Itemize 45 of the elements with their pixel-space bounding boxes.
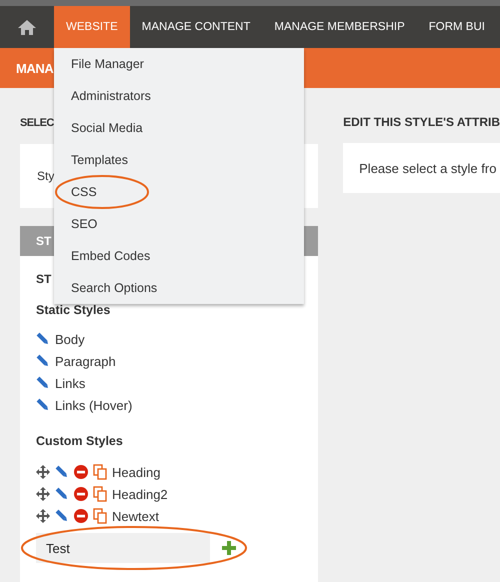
pencil-icon[interactable] — [55, 487, 69, 501]
nav-tab[interactable]: FORM BUI — [416, 6, 497, 48]
move-icon[interactable] — [36, 509, 50, 523]
section-subheading: Custom Styles — [36, 434, 124, 449]
copy-icon[interactable] — [93, 486, 107, 502]
pencil-icon[interactable] — [36, 354, 50, 368]
nav-tab[interactable]: MANAGE MEMBERSHIP — [262, 6, 417, 48]
home-icon[interactable] — [18, 19, 36, 35]
menu-item[interactable]: Search Options — [54, 272, 304, 304]
move-icon[interactable] — [36, 487, 50, 501]
pencil-icon[interactable] — [36, 332, 50, 346]
pencil-icon[interactable] — [55, 509, 69, 523]
remove-icon[interactable] — [74, 509, 88, 523]
menu-item[interactable]: Embed Codes — [54, 240, 304, 272]
pencil-icon[interactable] — [55, 465, 69, 479]
pencil-icon[interactable] — [36, 398, 50, 412]
add-icon[interactable] — [222, 541, 236, 555]
copy-icon[interactable] — [93, 464, 107, 480]
style-name[interactable]: Body — [55, 332, 85, 346]
nav-tab[interactable]: MANAGE CONTENT — [130, 6, 262, 48]
style-name[interactable]: Links — [55, 376, 86, 390]
style-name[interactable]: Newtext — [112, 508, 159, 524]
move-icon[interactable] — [36, 465, 50, 479]
new-style-input[interactable]: Test — [36, 533, 210, 563]
style-name[interactable]: Links (Hover) — [55, 398, 132, 412]
menu-item[interactable]: Social Media — [54, 112, 304, 144]
menu-item[interactable]: File Manager — [54, 48, 304, 80]
menu-item[interactable]: Templates — [54, 144, 304, 176]
panel-heading: ST — [36, 272, 52, 286]
menu-item[interactable]: SEO — [54, 208, 304, 240]
page-title: MANA — [16, 60, 54, 76]
section-heading: EDIT THIS STYLE'S ATTRIB — [343, 115, 500, 129]
style-name[interactable]: Heading — [112, 464, 160, 480]
menu-item[interactable]: Administrators — [54, 80, 304, 112]
copy-icon[interactable] — [93, 508, 107, 524]
pencil-icon[interactable] — [36, 376, 50, 390]
remove-icon[interactable] — [74, 465, 88, 479]
section-heading: SELEC — [20, 117, 54, 129]
style-name[interactable]: Paragraph — [55, 354, 116, 368]
select-card-text: Sty — [37, 169, 54, 183]
section-subheading: Static Styles — [36, 303, 110, 317]
menu-item[interactable]: CSS — [54, 176, 304, 208]
style-name[interactable]: Heading2 — [112, 486, 168, 502]
remove-icon[interactable] — [74, 487, 88, 501]
message-text: Please select a style fro — [359, 160, 496, 176]
